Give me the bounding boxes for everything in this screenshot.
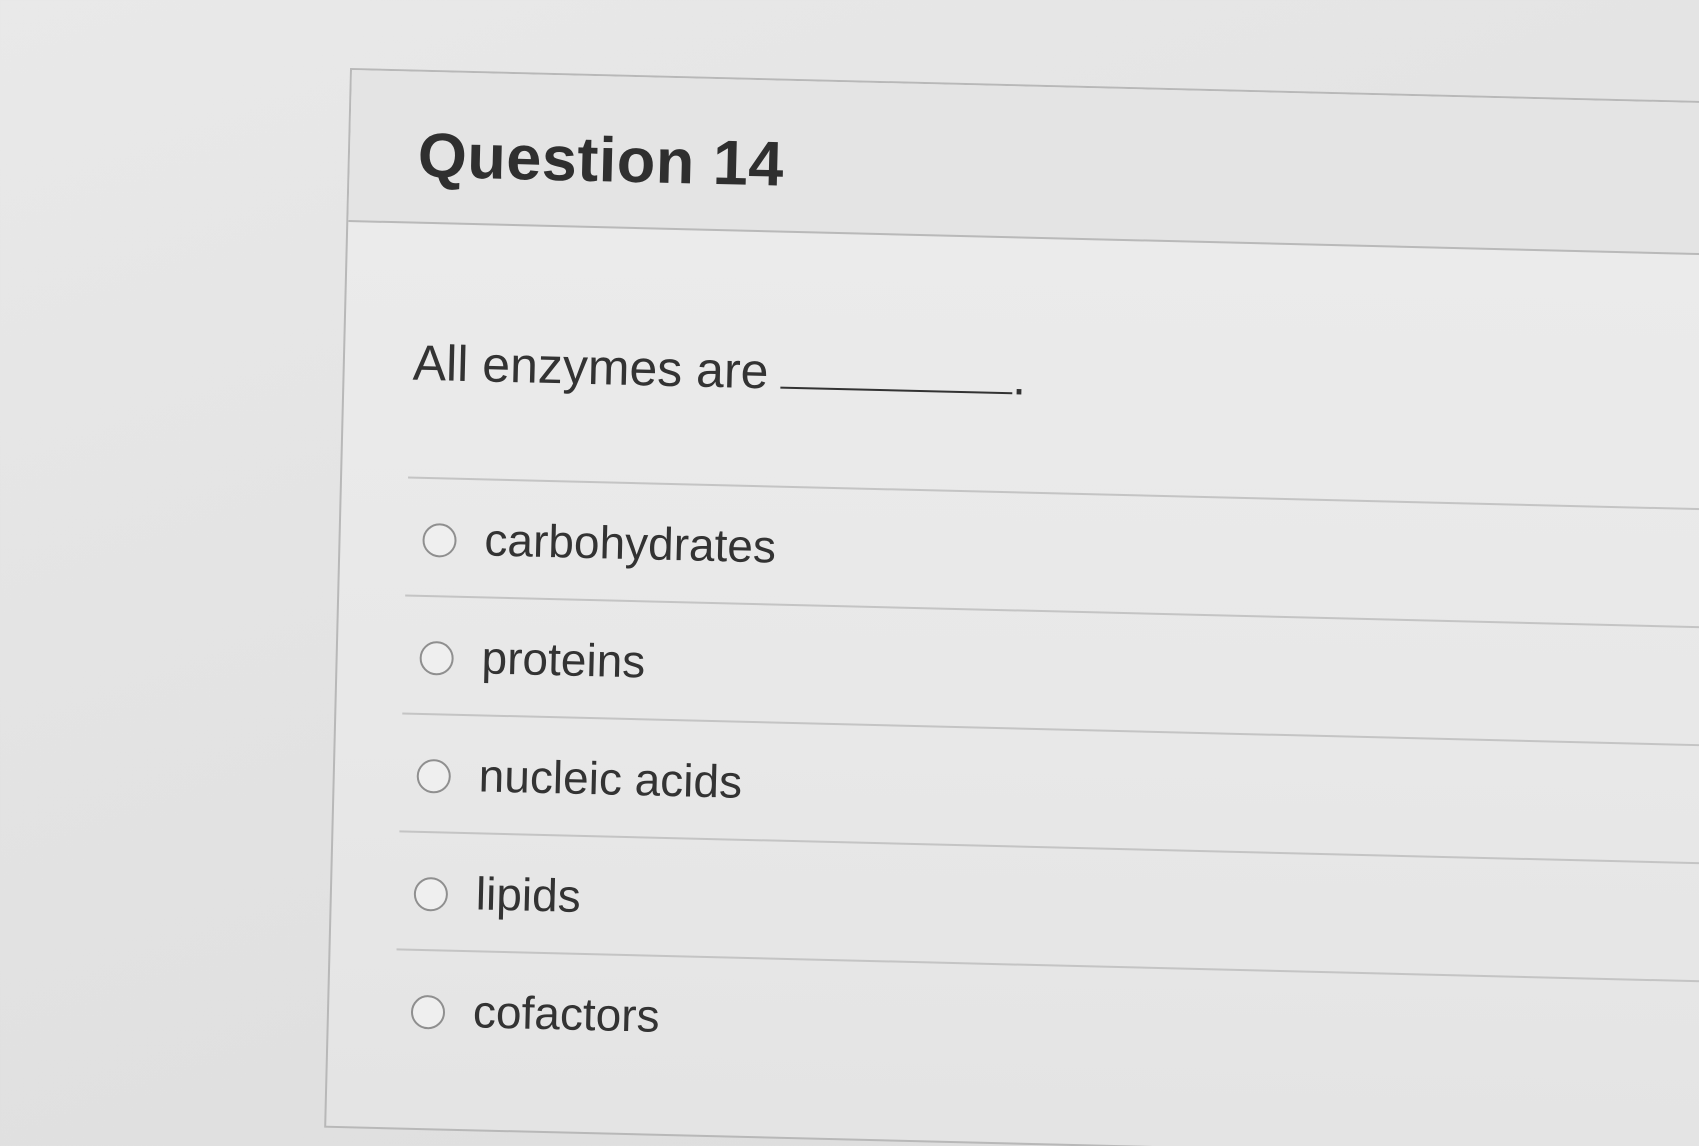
option-label[interactable]: carbohydrates: [484, 512, 777, 573]
question-prompt: All enzymes are.: [412, 334, 1027, 407]
option-label[interactable]: nucleic acids: [478, 748, 743, 808]
prompt-period: .: [1011, 349, 1027, 406]
radio-button[interactable]: [416, 758, 452, 794]
question-title: Question 14: [417, 120, 785, 200]
radio-button[interactable]: [419, 640, 455, 676]
answer-options: carbohydrates proteins nucleic acids lip…: [393, 476, 1699, 1099]
radio-button[interactable]: [422, 522, 457, 558]
option-label[interactable]: lipids: [475, 866, 581, 923]
radio-button[interactable]: [413, 876, 449, 912]
question-card: Question 14 All enzymes are. carbohydrat…: [324, 68, 1699, 1146]
answer-blank: [780, 348, 1013, 395]
radio-button[interactable]: [410, 994, 446, 1030]
question-header: Question 14: [348, 70, 1699, 257]
option-label[interactable]: cofactors: [472, 984, 660, 1043]
page: Question 14 All enzymes are. carbohydrat…: [0, 0, 1699, 1146]
prompt-text: All enzymes are: [412, 334, 770, 400]
option-label[interactable]: proteins: [481, 630, 646, 688]
